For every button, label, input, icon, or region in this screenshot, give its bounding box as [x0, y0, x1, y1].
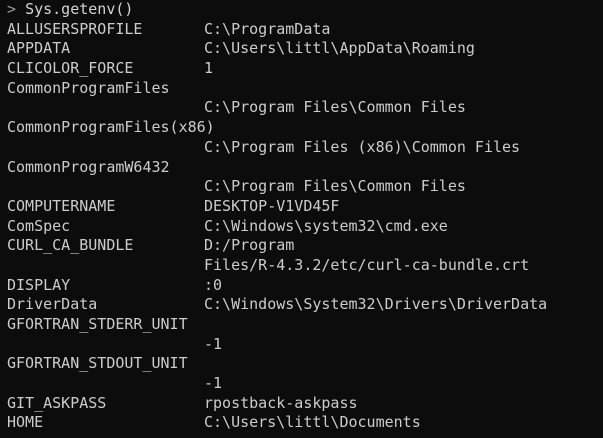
env-row: CommonProgramFiles(x86)	[0, 118, 603, 138]
console-command: Sys.getenv()	[25, 0, 134, 18]
env-row: CommonProgramFiles	[0, 79, 603, 99]
env-var-value: C:\Program Files (x86)\Common Files	[204, 137, 521, 156]
env-row: CLICOLOR_FORCE 1	[0, 59, 603, 79]
env-var-value: DESKTOP-V1VD45F	[204, 196, 340, 215]
env-row: -1	[0, 374, 603, 394]
env-row: APPDATA C:\Users\littl\AppData\Roaming	[0, 39, 603, 59]
env-row: -1	[0, 335, 603, 355]
env-var-value: D:/Program	[204, 236, 295, 255]
env-var-name: GIT_ASKPASS	[7, 393, 107, 412]
env-var-value: -1	[204, 374, 223, 393]
env-var-value: C:\Program Files\Common Files	[204, 177, 466, 196]
env-var-name: HOME	[7, 413, 44, 432]
env-var-name: ComSpec	[7, 216, 71, 235]
env-var-name: ALLUSERSPROFILE	[7, 19, 143, 38]
env-row: ALLUSERSPROFILE C:\ProgramData	[0, 20, 603, 40]
env-var-name: CURL_CA_BUNDLE	[7, 236, 134, 255]
env-var-name: APPDATA	[7, 39, 71, 58]
env-var-value: C:\Windows\system32\cmd.exe	[204, 216, 448, 235]
env-row: C:\Program Files\Common Files	[0, 98, 603, 118]
env-row: COMPUTERNAME DESKTOP-V1VD45F	[0, 197, 603, 217]
env-var-value: rpostback-askpass	[204, 393, 358, 412]
env-var-name: GFORTRAN_STDERR_UNIT	[7, 315, 188, 333]
env-row: CommonProgramW6432	[0, 158, 603, 178]
env-var-name: CLICOLOR_FORCE	[7, 59, 134, 78]
env-var-value: 1	[204, 59, 214, 78]
env-row: CURL_CA_BUNDLE D:/Program	[0, 236, 603, 256]
env-row: C:\Program Files\Common Files	[0, 177, 603, 197]
env-row: HOME C:\Users\littl\Documents	[0, 413, 603, 433]
env-var-name: COMPUTERNAME	[7, 196, 116, 215]
env-var-value: C:\Windows\System32\Drivers\DriverData	[204, 295, 548, 314]
env-var-name: CommonProgramFiles(x86)	[7, 118, 215, 137]
env-row: GFORTRAN_STDOUT_UNIT	[0, 354, 603, 374]
env-row: DISPLAY :0	[0, 276, 603, 296]
env-row: DriverData C:\Windows\System32\Drivers\Dr…	[0, 295, 603, 315]
env-row: C:\Program Files (x86)\Common Files	[0, 138, 603, 158]
env-row: Files/R-4.3.2/etc/curl-ca-bundle.crt	[0, 256, 603, 276]
env-var-name: GFORTRAN_STDOUT_UNIT	[7, 354, 188, 373]
env-row: GFORTRAN_STDERR_UNIT	[0, 315, 603, 335]
console-prompt: >	[7, 0, 17, 18]
env-var-name: DriverData	[7, 295, 98, 314]
env-var-value: C:\Users\littl\Documents	[204, 413, 421, 432]
env-var-value: C:\Users\littl\AppData\Roaming	[204, 39, 475, 58]
env-var-name: DISPLAY	[7, 275, 71, 294]
env-var-value: C:\ProgramData	[204, 19, 331, 38]
r-console-output: > Sys.getenv() ALLUSERSPROFILE C:\Program…	[0, 0, 603, 438]
command-line: > Sys.getenv()	[0, 0, 603, 20]
env-var-value: C:\Program Files\Common Files	[204, 98, 466, 117]
env-row: GIT_ASKPASS rpostback-askpass	[0, 394, 603, 414]
env-var-name: CommonProgramFiles	[7, 78, 170, 97]
env-var-value: :0	[204, 275, 223, 294]
env-var-value: -1	[204, 334, 223, 353]
env-row: ComSpec C:\Windows\system32\cmd.exe	[0, 217, 603, 237]
env-var-value: Files/R-4.3.2/etc/curl-ca-bundle.crt	[204, 255, 530, 274]
env-var-name: CommonProgramW6432	[7, 157, 170, 176]
